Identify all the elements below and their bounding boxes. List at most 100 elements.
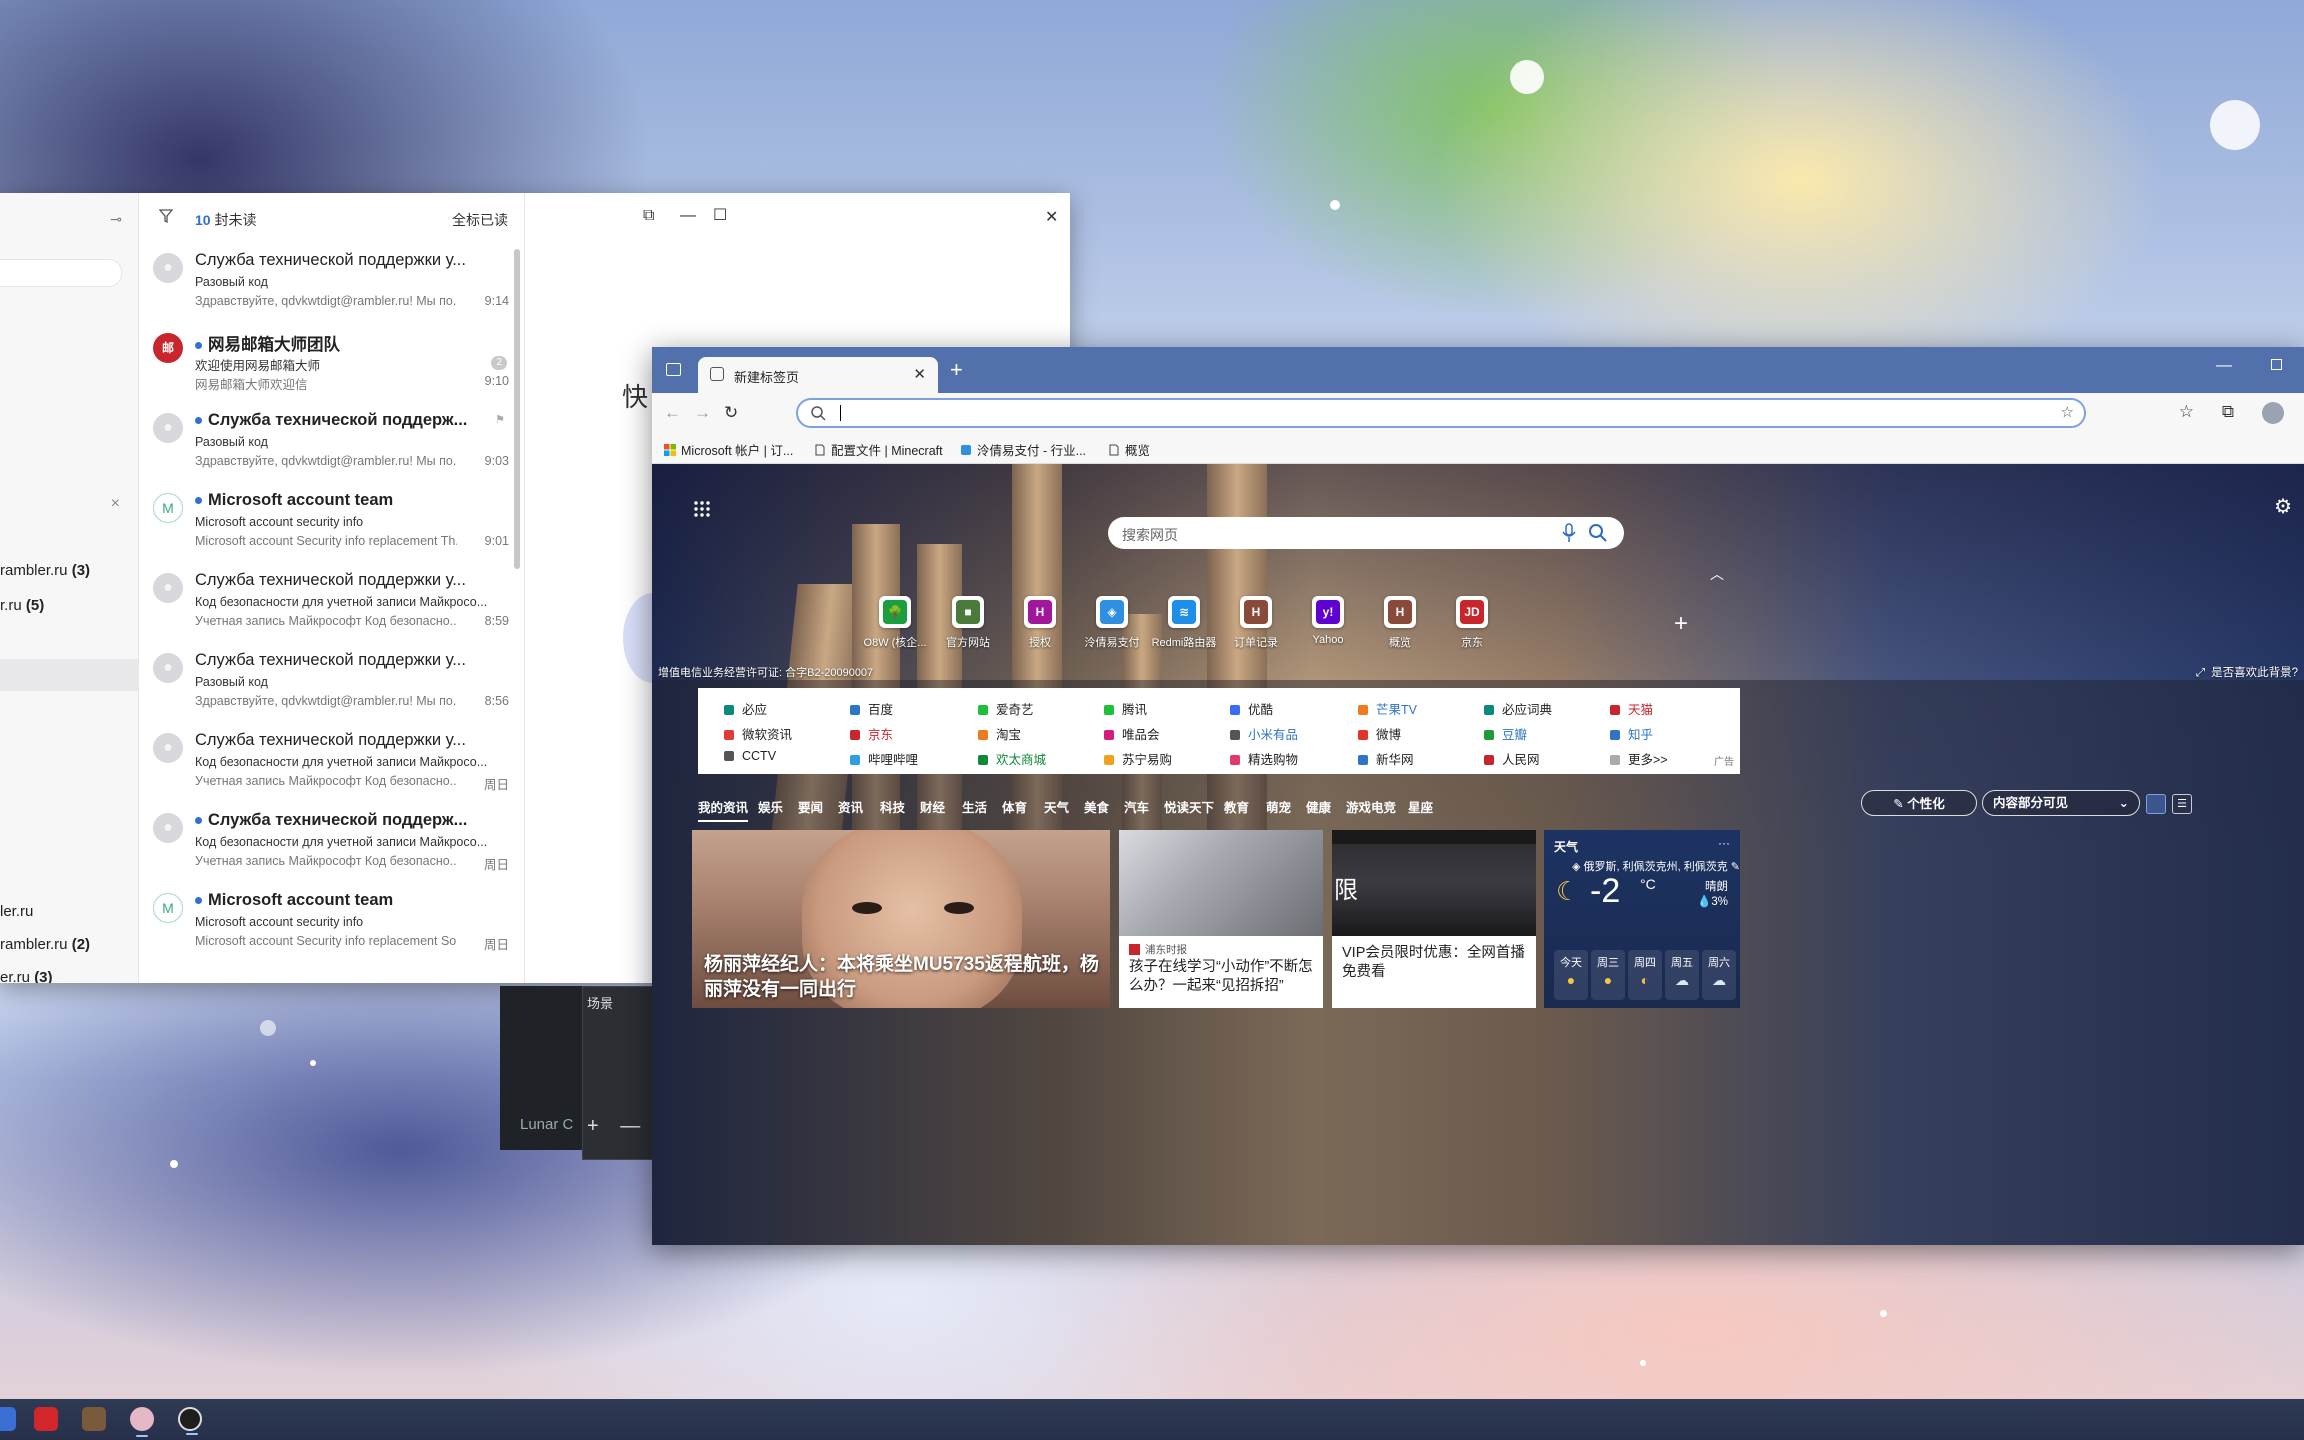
- quick-link-tile[interactable]: y! Yahoo: [1293, 596, 1363, 646]
- feed-tab[interactable]: 游戏电竞: [1346, 797, 1396, 816]
- site-link[interactable]: 芒果TV: [1358, 699, 1417, 718]
- site-link[interactable]: 知乎: [1610, 724, 1653, 743]
- message-row[interactable]: M Microsoft account team Microsoft account…: [139, 479, 509, 559]
- promo-card[interactable]: 限 VIP会员限时优惠：全网首播免费看: [1332, 830, 1536, 1008]
- forward-icon[interactable]: →: [694, 403, 711, 423]
- favorites-icon[interactable]: ☆: [2179, 402, 2194, 422]
- forecast-day[interactable]: 周四 ◐: [1628, 950, 1662, 1000]
- selected-folder[interactable]: [0, 659, 138, 691]
- feed-tab[interactable]: 天气: [1044, 797, 1069, 816]
- site-link[interactable]: 淘宝: [978, 724, 1021, 743]
- quick-link-tile[interactable]: H 概览: [1365, 596, 1435, 650]
- back-icon[interactable]: ←: [664, 403, 681, 423]
- mark-all-read-button[interactable]: 全标已读: [452, 210, 508, 230]
- message-row[interactable]: 邮网易邮箱大师团队 欢迎使用网易邮箱大师 网易邮箱大师欢迎信 9:10 2: [139, 319, 509, 399]
- close-button[interactable]: ✕: [1045, 207, 1058, 227]
- site-link[interactable]: 小米有品: [1230, 724, 1298, 743]
- account-item[interactable]: er.ru (3): [0, 969, 53, 983]
- folder-search-input[interactable]: [0, 259, 122, 287]
- obs-icon[interactable]: [178, 1407, 202, 1435]
- site-link[interactable]: 哔哩哔哩: [850, 749, 918, 768]
- minecraft-icon[interactable]: [82, 1407, 106, 1431]
- list-view-icon[interactable]: ☰: [2172, 794, 2192, 814]
- quick-link-tile[interactable]: ≋ Redmi路由器: [1149, 596, 1219, 650]
- forecast-day[interactable]: 周五 ☁: [1665, 950, 1699, 1000]
- account-item[interactable]: rambler.ru (2): [0, 936, 90, 953]
- site-link[interactable]: 更多>>: [1610, 749, 1668, 768]
- microphone-icon[interactable]: [1562, 523, 1576, 543]
- favorite-payment[interactable]: 泠倩易支付 - 行业...: [960, 440, 1086, 459]
- collapse-icon[interactable]: ︿: [1710, 564, 1724, 584]
- feed-tab[interactable]: 资讯: [838, 797, 863, 816]
- site-link[interactable]: 微博: [1358, 724, 1401, 743]
- maximize-button[interactable]: [2271, 359, 2282, 370]
- site-link[interactable]: 天猫: [1610, 699, 1653, 718]
- site-link[interactable]: 唯品会: [1104, 724, 1160, 743]
- site-link[interactable]: 必应词典: [1484, 699, 1552, 718]
- site-link[interactable]: 苏宁易购: [1104, 749, 1172, 768]
- mail-icon[interactable]: [130, 1407, 154, 1437]
- site-link[interactable]: 新华网: [1358, 749, 1414, 768]
- personalize-button[interactable]: ✎ 个性化: [1861, 790, 1977, 816]
- tab-actions-icon[interactable]: [666, 363, 681, 376]
- quick-link-tile[interactable]: H 授权: [1005, 596, 1075, 650]
- feed-tab[interactable]: 美食: [1084, 797, 1109, 816]
- favorite-overview[interactable]: 概览: [1108, 440, 1150, 459]
- message-row[interactable]: ● Служба технической поддержки у... Разовы…: [139, 239, 509, 319]
- feed-tab[interactable]: 教育: [1224, 797, 1249, 816]
- site-link[interactable]: 精选购物: [1230, 749, 1298, 768]
- feed-tab[interactable]: 悦读天下: [1164, 797, 1214, 816]
- close-icon[interactable]: ×: [111, 495, 120, 513]
- feed-tab[interactable]: 健康: [1306, 797, 1331, 816]
- address-bar[interactable]: ☆: [796, 398, 2086, 428]
- site-link[interactable]: CCTV: [724, 749, 776, 763]
- message-row[interactable]: ● Служба технической поддерж... Разовый ко…: [139, 399, 509, 479]
- feed-tab[interactable]: 我的资讯: [698, 797, 749, 822]
- feed-tab[interactable]: 生活: [962, 797, 987, 816]
- feed-tab[interactable]: 娱乐: [758, 797, 783, 816]
- reload-icon[interactable]: ↻: [724, 403, 738, 423]
- minimize-button[interactable]: —: [2216, 357, 2232, 375]
- forecast-day[interactable]: 周六 ☁: [1702, 950, 1736, 1000]
- message-row[interactable]: ● Служба технической поддержки у... Код бе…: [139, 559, 509, 639]
- media-icon[interactable]: [34, 1407, 58, 1431]
- site-link[interactable]: 京东: [850, 724, 893, 743]
- filter-icon[interactable]: [159, 209, 173, 223]
- news-card-main[interactable]: 杨丽萍经纪人：本将乘坐MU5735返程航班，杨丽萍没有一同出行: [692, 830, 1110, 1008]
- compose-icon[interactable]: ⧉: [643, 207, 654, 225]
- site-link[interactable]: 腾讯: [1104, 699, 1147, 718]
- like-background-link[interactable]: ⤢ 是否喜欢此背景?: [2196, 664, 2298, 680]
- favorite-microsoft-account[interactable]: Microsoft 帐户 | 订...: [664, 440, 793, 459]
- account-item[interactable]: r.ru (5): [0, 597, 44, 614]
- weather-widget[interactable]: 天气 ··· ◈ 俄罗斯, 利佩茨克州, 利佩茨克 ✎ ☾ -2 °C 晴朗 💧…: [1544, 830, 1740, 1008]
- quick-link-tile[interactable]: 🌳 O8W (核企...: [860, 596, 930, 650]
- site-link[interactable]: 欢太商城: [978, 749, 1046, 768]
- feed-tab[interactable]: 汽车: [1124, 797, 1149, 816]
- more-options-icon[interactable]: ···: [1718, 836, 1730, 850]
- feed-tab[interactable]: 体育: [1002, 797, 1027, 816]
- gear-icon[interactable]: ⚙: [2274, 494, 2292, 519]
- forecast-day[interactable]: 今天 ●: [1554, 950, 1588, 1000]
- grid-view-icon[interactable]: [2146, 794, 2166, 814]
- add-favorite-icon[interactable]: ☆: [2061, 403, 2074, 421]
- message-row[interactable]: M Microsoft account team Microsoft account…: [139, 879, 509, 959]
- quick-link-tile[interactable]: JD 京东: [1437, 596, 1507, 650]
- quick-link-tile[interactable]: ◈ 泠倩易支付: [1077, 596, 1147, 650]
- close-tab-icon[interactable]: ✕: [913, 365, 926, 383]
- profile-avatar[interactable]: [2262, 402, 2284, 424]
- site-link[interactable]: 优酷: [1230, 699, 1273, 718]
- favorite-minecraft-profile[interactable]: 配置文件 | Minecraft: [814, 440, 943, 459]
- account-item[interactable]: rambler.ru (3): [0, 562, 90, 579]
- pin-icon[interactable]: ⊸: [110, 211, 122, 228]
- feed-tab[interactable]: 要闻: [798, 797, 823, 816]
- feed-tab[interactable]: 科技: [880, 797, 905, 816]
- site-link[interactable]: 豆瓣: [1484, 724, 1527, 743]
- minimize-button[interactable]: —: [680, 207, 696, 225]
- quick-link-tile[interactable]: ■ 官方网站: [933, 596, 1003, 650]
- news-card[interactable]: 浦东时报 孩子在线学习“小动作”不断怎么办？一起来“见招拆招”: [1119, 830, 1323, 1008]
- add-shortcut-button[interactable]: +: [1674, 610, 1688, 638]
- message-row[interactable]: ● Служба технической поддерж... Код безопа…: [139, 799, 509, 879]
- content-visibility-select[interactable]: 内容部分可见 ⌄: [1982, 790, 2140, 816]
- maximize-button[interactable]: ☐: [713, 205, 727, 225]
- scrollbar[interactable]: [514, 249, 520, 569]
